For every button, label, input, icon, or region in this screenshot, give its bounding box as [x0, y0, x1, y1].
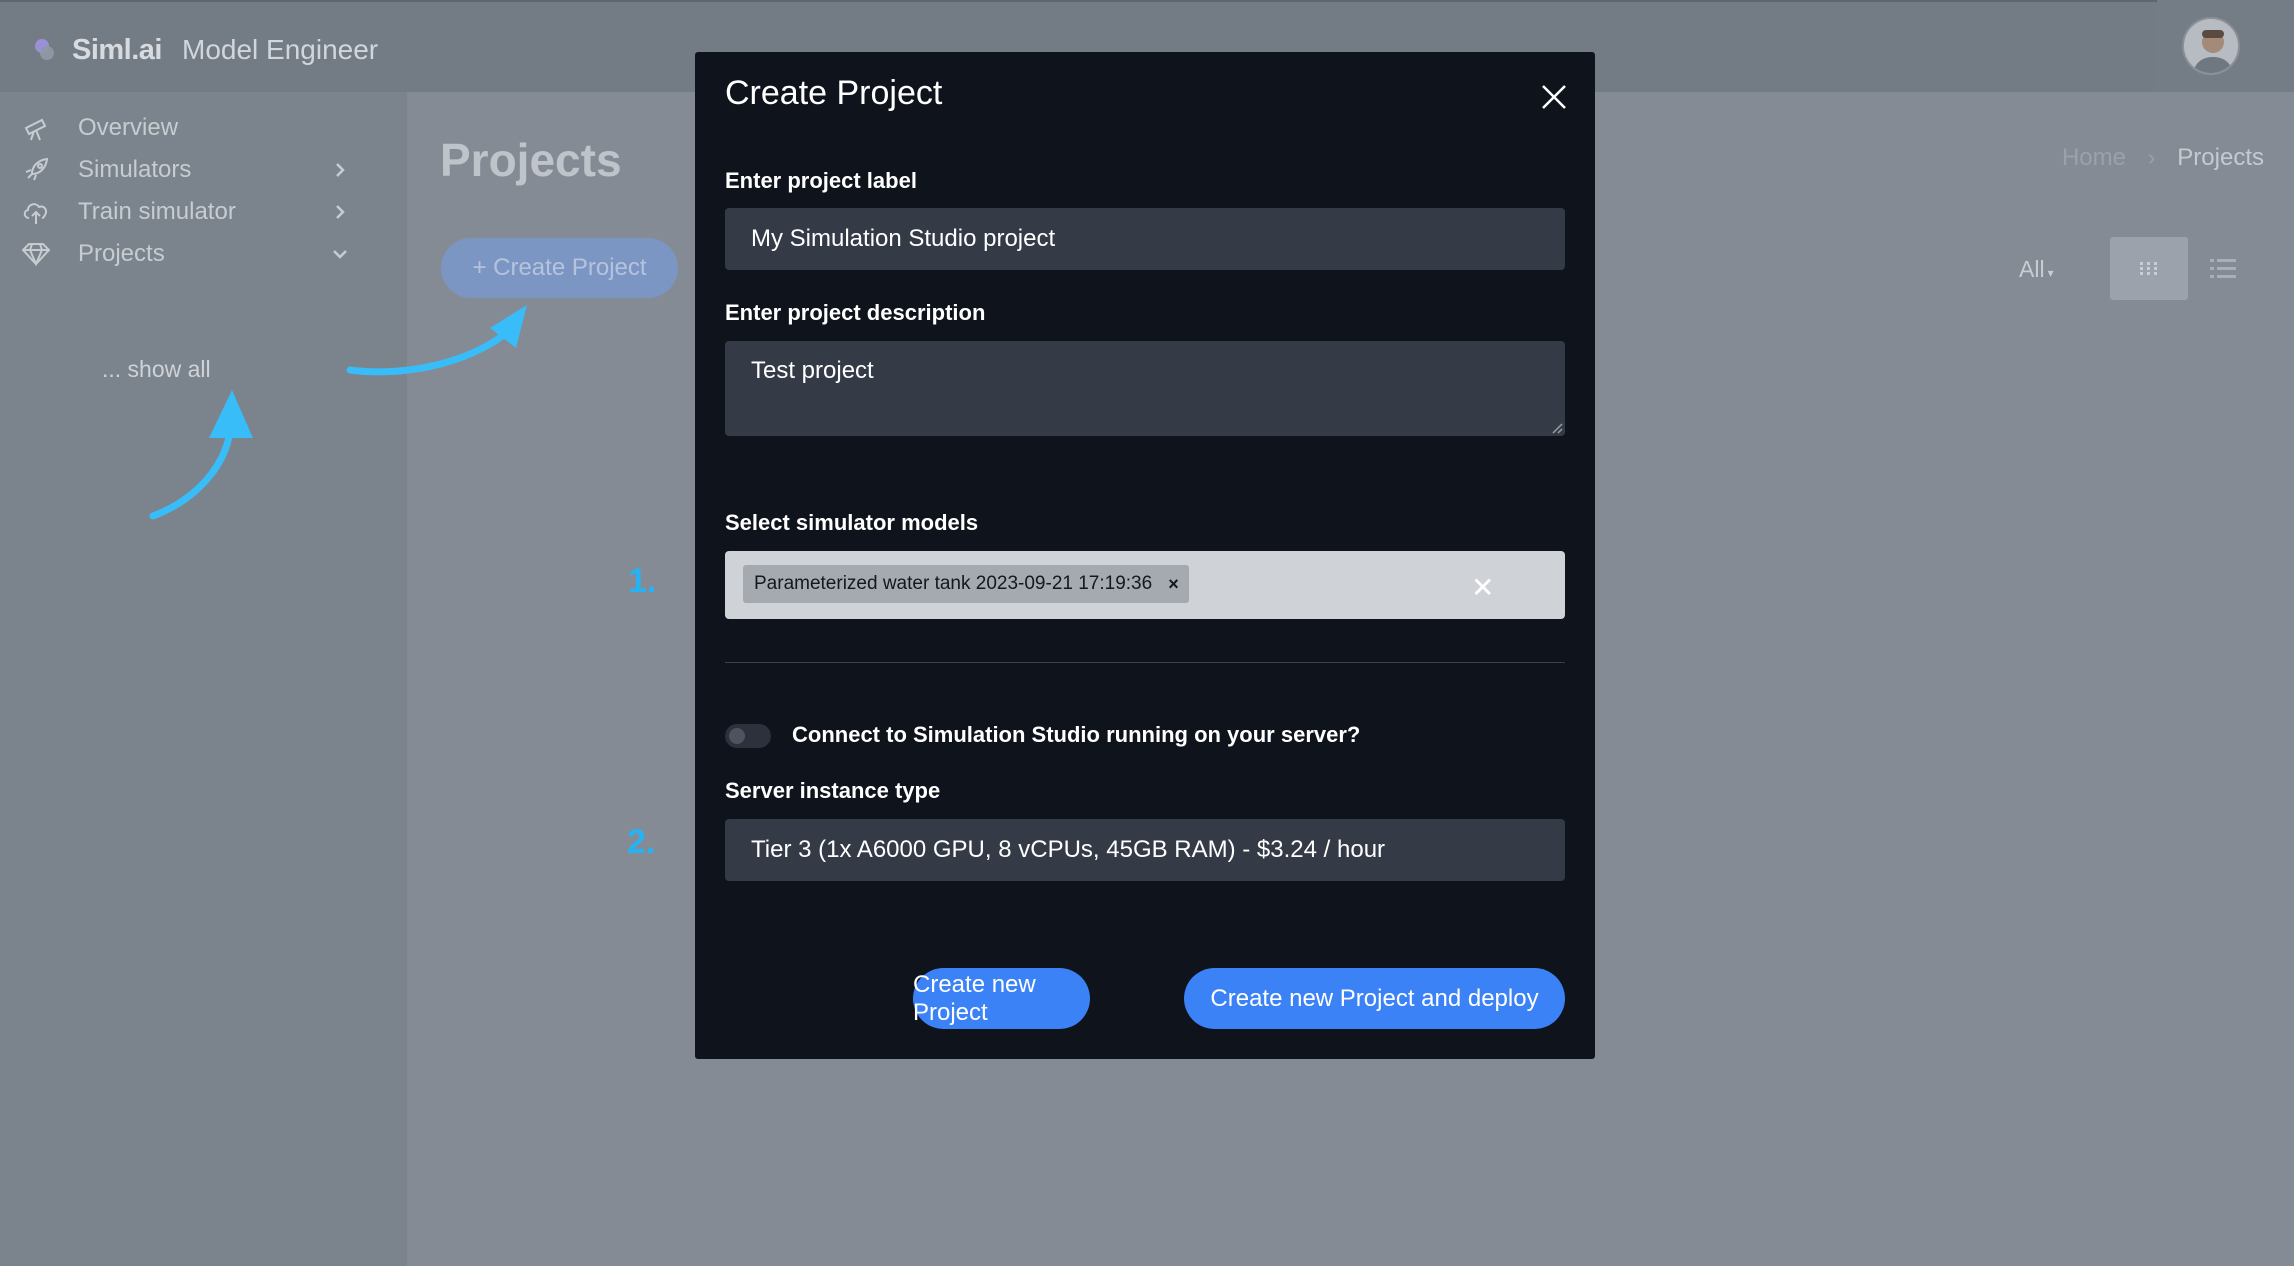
simulator-models-select[interactable]: Parameterized water tank 2023-09-21 17:1…: [725, 551, 1565, 619]
toggle-knob: [729, 728, 745, 744]
breadcrumb: Home › Projects: [2062, 144, 2264, 172]
selected-model-tag: Parameterized water tank 2023-09-21 17:1…: [743, 565, 1189, 603]
remove-tag-icon[interactable]: ×: [1168, 574, 1179, 595]
diamond-icon: [20, 238, 52, 270]
sidebar-show-all-link[interactable]: ... show all: [102, 356, 211, 383]
project-label-label: Enter project label: [725, 168, 917, 193]
create-project-button[interactable]: + Create Project: [441, 238, 678, 298]
breadcrumb-separator: ›: [2147, 145, 2156, 170]
create-new-project-button[interactable]: Create new Project: [913, 968, 1090, 1029]
sidebar-item-label: Projects: [78, 240, 165, 267]
modal-title: Create Project: [725, 74, 943, 112]
divider: [725, 662, 1565, 663]
server-connect-toggle[interactable]: [725, 724, 771, 748]
selected-model-label: Parameterized water tank 2023-09-21 17:1…: [754, 573, 1153, 594]
sidebar-item-label: Simulators: [78, 156, 192, 183]
grid-icon: [2140, 261, 2157, 275]
sidebar-item-train-simulator[interactable]: Train simulator: [20, 190, 360, 234]
server-instance-select[interactable]: Tier 3 (1x A6000 GPU, 8 vCPUs, 45GB RAM)…: [725, 819, 1565, 881]
project-description-value: Test project: [751, 357, 874, 384]
create-project-modal: Create Project Enter project label My Si…: [695, 52, 1595, 1059]
clear-selection-icon[interactable]: ✕: [1471, 571, 1494, 604]
resize-handle-icon[interactable]: [1549, 420, 1563, 434]
product-name: Model Engineer: [182, 34, 379, 65]
sidebar-item-label: Overview: [78, 114, 179, 141]
filter-dropdown[interactable]: All ▾: [2019, 256, 2054, 283]
sidebar-item-simulators[interactable]: Simulators: [20, 148, 360, 192]
cloud-upload-icon: [20, 196, 52, 228]
breadcrumb-home[interactable]: Home: [2062, 144, 2126, 172]
page-title: Projects: [440, 134, 622, 186]
simulator-models-label: Select simulator models: [725, 510, 979, 535]
sidebar-item-label: Train simulator: [78, 198, 236, 225]
grid-view-button[interactable]: [2110, 237, 2188, 300]
sidebar-item-overview[interactable]: Overview: [20, 106, 360, 150]
step-marker-2: 2.: [627, 823, 656, 861]
annotation-arrow-to-create-button: [346, 305, 527, 376]
caret-down-icon: ▾: [2047, 266, 2054, 280]
project-description-textarea[interactable]: Test project: [725, 341, 1565, 436]
list-view-icon[interactable]: [2210, 257, 2236, 281]
avatar[interactable]: [2182, 17, 2240, 75]
brand-name: Siml.ai: [72, 33, 163, 66]
server-connect-label: Connect to Simulation Studio running on …: [792, 722, 1361, 747]
telescope-icon: [20, 112, 52, 144]
breadcrumb-current: Projects: [2177, 144, 2264, 171]
sidebar: Overview Simulators Train simulator Proj…: [0, 92, 407, 1266]
create-and-deploy-button[interactable]: Create new Project and deploy: [1184, 968, 1565, 1029]
close-icon[interactable]: [1539, 82, 1569, 112]
filter-label: All: [2019, 256, 2045, 282]
server-instance-label: Server instance type: [725, 778, 941, 803]
chevron-right-icon: [336, 205, 345, 219]
project-label-input[interactable]: My Simulation Studio project: [725, 208, 1565, 270]
app-window: Siml.ai Model Engineer Overview Simulato…: [0, 0, 2294, 1266]
chevron-right-icon: [336, 163, 345, 177]
brand-logo-icon: [35, 39, 54, 60]
step-marker-1: 1.: [628, 562, 657, 600]
annotation-arrow-to-show-all: [149, 390, 253, 520]
rocket-icon: [20, 154, 52, 186]
brand[interactable]: Siml.ai Model Engineer: [32, 30, 378, 70]
sidebar-item-projects[interactable]: Projects: [20, 232, 360, 276]
chevron-down-icon: [333, 250, 347, 259]
project-description-label: Enter project description: [725, 300, 986, 325]
